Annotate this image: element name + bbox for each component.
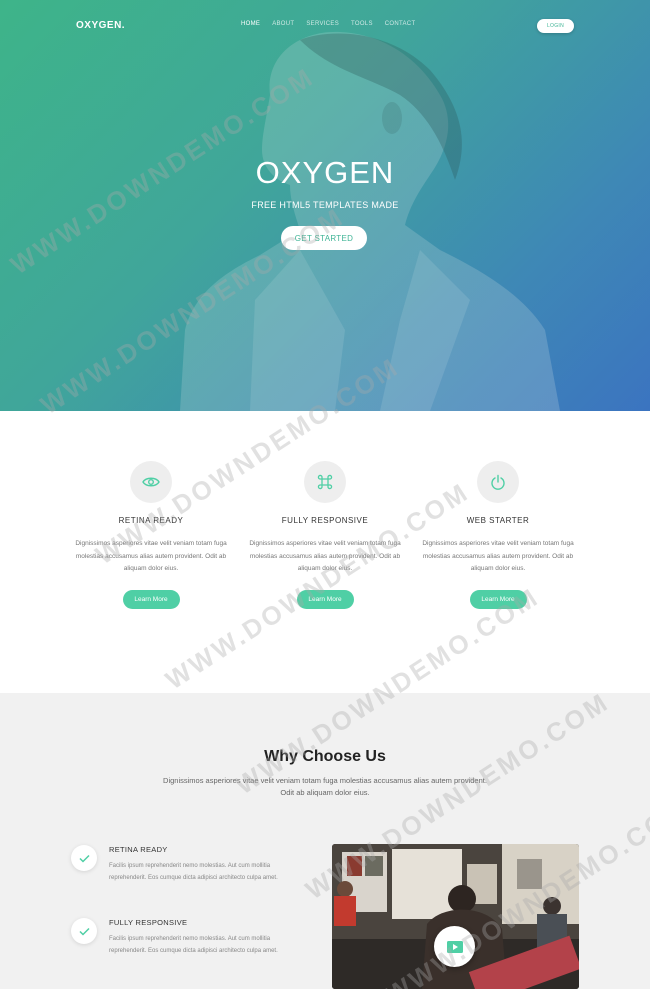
feature-description: Dignissimos asperiores vitae velit venia… xyxy=(422,540,574,572)
get-started-button[interactable]: GET STARTED xyxy=(281,226,367,250)
feature-title: WEB STARTER xyxy=(466,516,530,525)
section-title: Why Choose Us xyxy=(264,748,386,765)
feature-responsive: FULLY RESPONSIVE Dignissimos asperiores … xyxy=(245,461,405,609)
nav-home[interactable]: HOME xyxy=(241,21,260,27)
feature-retina: RETINA READY Dignissimos asperiores vita… xyxy=(71,461,231,609)
why-choose-section: Why Choose Us Dignissimos asperiores vit… xyxy=(0,693,650,989)
why-item-title: FULLY RESPONSIVE xyxy=(109,918,188,927)
nav-contact[interactable]: CONTACT xyxy=(385,21,416,27)
main-nav: HOME ABOUT SERVICES TOOLS CONTACT xyxy=(241,21,427,27)
feature-web-starter: WEB STARTER Dignissimos asperiores vitae… xyxy=(418,461,578,609)
eye-icon xyxy=(142,477,160,487)
login-button[interactable]: LOGIN xyxy=(537,19,574,33)
feature-description: Dignissimos asperiores vitae velit venia… xyxy=(75,540,227,572)
why-item-title: RETINA READY xyxy=(109,845,168,854)
video-scene-image xyxy=(332,844,579,989)
power-icon xyxy=(491,474,505,490)
site-logo[interactable]: OXYGEN. xyxy=(76,20,125,31)
hero-section: OXYGEN. HOME ABOUT SERVICES TOOLS CONTAC… xyxy=(0,0,650,411)
feature-title: FULLY RESPONSIVE xyxy=(281,516,369,525)
section-subtitle: Dignissimos asperiores vitae velit venia… xyxy=(163,776,487,797)
command-icon xyxy=(317,474,333,490)
nav-about[interactable]: ABOUT xyxy=(272,21,294,27)
learn-more-button[interactable]: Learn More xyxy=(122,589,180,609)
feature-title: RETINA READY xyxy=(118,516,184,525)
nav-services[interactable]: SERVICES xyxy=(306,21,339,27)
feature-icon-circle xyxy=(304,461,346,503)
hero-subtitle: FREE HTML5 TEMPLATES MADE xyxy=(251,200,399,210)
why-item-description: Facilis ipsum reprehenderit nemo molesti… xyxy=(109,936,278,954)
feature-icon-circle xyxy=(130,461,172,503)
feature-description: Dignissimos asperiores vitae velit venia… xyxy=(249,540,401,572)
learn-more-button[interactable]: Learn More xyxy=(296,589,354,609)
why-item-description: Facilis ipsum reprehenderit nemo molesti… xyxy=(109,863,278,881)
check-icon xyxy=(71,845,97,871)
nav-tools[interactable]: TOOLS xyxy=(351,21,373,27)
hero-title: OXYGEN xyxy=(255,155,395,190)
feature-icon-circle xyxy=(477,461,519,503)
video-thumbnail[interactable] xyxy=(332,844,579,989)
play-icon xyxy=(446,940,463,953)
play-button[interactable] xyxy=(434,926,475,967)
check-icon xyxy=(71,918,97,944)
learn-more-button[interactable]: Learn More xyxy=(469,589,527,609)
